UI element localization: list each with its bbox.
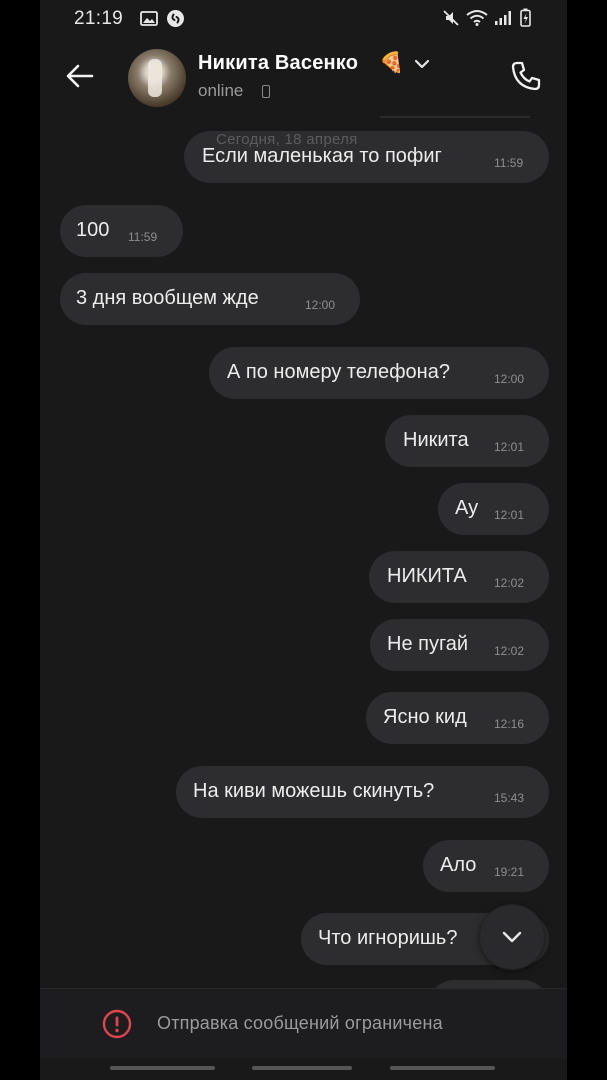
message-text: Ау — [455, 497, 479, 519]
signal-icon — [495, 11, 511, 25]
message-outgoing[interactable]: А по номеру телефона? 12:00 — [209, 347, 549, 399]
status-time: 21:19 — [74, 8, 124, 29]
message-time: 12:01 — [494, 508, 525, 522]
scroll-down-button[interactable] — [480, 905, 544, 969]
message-time: 12:16 — [494, 717, 525, 731]
message-time: 12:02 — [494, 576, 525, 590]
message-outgoing[interactable]: Никита 12:01 — [385, 415, 549, 467]
pizza-emoji: 🍕 — [379, 52, 404, 74]
restricted-message: Отправка сообщений ограничена — [157, 1013, 443, 1033]
chevron-down-icon[interactable] — [414, 58, 430, 70]
message-time: 19:21 — [494, 865, 525, 879]
message-text: Ало — [440, 854, 477, 876]
contact-name[interactable]: Никита Васенко — [198, 52, 358, 75]
message-text: Не пугай — [387, 633, 469, 655]
message-text: 100 — [76, 219, 110, 241]
message-text: Если маленькая то пофиг — [202, 145, 442, 167]
message-outgoing[interactable]: Не пугай 12:02 — [370, 619, 549, 671]
message-incoming[interactable]: 100 11:59 — [60, 205, 183, 257]
message-text: Что игноришь? — [318, 927, 458, 949]
chevron-down-icon — [502, 931, 522, 943]
shazam-icon — [167, 10, 184, 27]
mobile-device-icon — [262, 85, 270, 98]
message-text: На киви можешь скинуть? — [193, 780, 435, 802]
chat-screen: 21:19 Никита Васенко 🍕 online Сегодня, 1… — [40, 0, 567, 1080]
message-text: 3 дня вообщем жде — [76, 287, 259, 309]
date-separator: Сегодня, 18 апреля — [216, 131, 358, 148]
mute-icon — [443, 10, 459, 26]
message-outgoing[interactable]: На киви можешь скинуть? 15:43 — [176, 766, 549, 818]
message-text: Ясно кид — [383, 706, 467, 728]
message-time: 11:59 — [494, 156, 524, 170]
message-text: НИКИТА — [387, 565, 467, 587]
nav-pill-home[interactable] — [252, 1066, 352, 1070]
screen-bezel-right — [567, 0, 607, 1080]
message-time: 11:59 — [128, 230, 158, 244]
message-outgoing[interactable]: Ясно кид 12:16 — [366, 692, 549, 744]
header-divider — [380, 116, 530, 118]
message-outgoing[interactable]: НИКИТА 12:02 — [369, 551, 549, 603]
message-outgoing[interactable]: Ау 12:01 — [438, 483, 549, 535]
contact-status: online — [198, 81, 244, 100]
status-bar: 21:19 — [40, 0, 567, 36]
messaging-restricted-bar: Отправка сообщений ограничена — [40, 988, 567, 1059]
message-outgoing[interactable]: Ало 19:21 — [423, 840, 549, 892]
message-time: 15:43 — [494, 791, 525, 805]
wifi-icon — [466, 10, 488, 26]
screen-bezel-left — [0, 0, 40, 1080]
gallery-icon — [140, 11, 158, 26]
arrow-left-icon[interactable] — [62, 58, 98, 94]
warning-circle-icon — [102, 1009, 132, 1039]
system-nav-bar — [40, 1058, 567, 1080]
nav-pill-right[interactable] — [390, 1066, 495, 1070]
message-incoming[interactable]: 3 дня вообщем жде 12:00 — [60, 273, 360, 325]
message-time: 12:00 — [305, 298, 336, 312]
phone-icon[interactable] — [508, 58, 544, 94]
contact-avatar[interactable] — [128, 49, 186, 107]
message-text: А по номеру телефона? — [227, 361, 450, 383]
message-time: 12:01 — [494, 440, 525, 454]
message-time: 12:00 — [494, 372, 525, 386]
battery-icon — [520, 8, 531, 27]
message-text: Никита — [403, 429, 469, 451]
nav-pill-left[interactable] — [110, 1066, 215, 1070]
message-time: 12:02 — [494, 644, 525, 658]
chat-header: Никита Васенко 🍕 online — [40, 36, 567, 118]
